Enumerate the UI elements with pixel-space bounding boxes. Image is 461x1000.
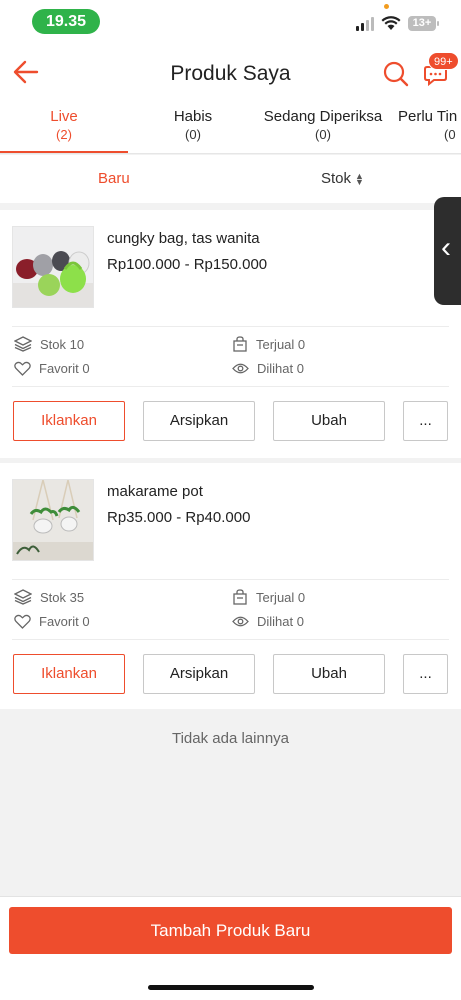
status-time: 19.35 xyxy=(32,9,100,34)
stock-value: Stok 35 xyxy=(40,589,85,605)
stock-stat: Stok 35 xyxy=(14,589,84,605)
home-indicator xyxy=(148,985,314,990)
app-header: Produk Saya 99+ xyxy=(0,44,461,100)
product-card: cungky bag, tas wanita Rp100.000 - Rp150… xyxy=(0,210,461,458)
tab-count: (0 xyxy=(444,127,456,142)
footer-bar: Tambah Produk Baru xyxy=(0,896,461,1000)
tab-count: (0) xyxy=(185,127,201,142)
stock-stat: Stok 10 xyxy=(14,336,84,352)
archive-button[interactable]: Arsipkan xyxy=(143,654,255,694)
tab-sedang-diperiksa[interactable]: Sedang Diperiksa (0) xyxy=(258,108,388,142)
favorite-stat: Favorit 0 xyxy=(14,614,90,629)
shopping-bag-icon xyxy=(233,589,247,605)
product-name[interactable]: cungky bag, tas wanita xyxy=(107,230,260,247)
eye-icon xyxy=(232,363,249,374)
chat-badge: 99+ xyxy=(428,52,459,70)
favorite-stat: Favorit 0 xyxy=(14,361,90,376)
search-icon[interactable] xyxy=(383,61,409,87)
more-button[interactable]: ... xyxy=(403,654,448,694)
sort-arrows-icon: ▲ ▼ xyxy=(355,171,364,188)
tab-live[interactable]: Live (2) xyxy=(0,108,128,142)
sold-value: Terjual 0 xyxy=(256,336,306,352)
product-price: Rp35.000 - Rp40.000 xyxy=(107,509,251,526)
bags-photo xyxy=(13,227,93,307)
shopping-bag-icon xyxy=(233,336,247,352)
privacy-indicator-dot xyxy=(384,4,389,9)
views-stat: Dilihat 0 xyxy=(232,361,304,376)
views-stat: Dilihat 0 xyxy=(232,614,304,629)
promote-button[interactable]: Iklankan xyxy=(13,654,125,694)
status-bar: 19.35 13+ xyxy=(0,0,461,44)
favorite-value: Favorit 0 xyxy=(39,614,90,629)
more-button[interactable]: ... xyxy=(403,401,448,441)
wifi-icon xyxy=(381,16,401,30)
tab-count: (2) xyxy=(56,127,72,142)
eye-icon xyxy=(232,616,249,627)
plant-pot-photo xyxy=(13,480,93,560)
active-tab-indicator xyxy=(0,151,128,153)
chevron-left-icon: ‹ xyxy=(441,231,451,264)
divider xyxy=(12,579,449,580)
product-image[interactable] xyxy=(12,479,94,561)
views-value: Dilihat 0 xyxy=(257,361,304,376)
battery-icon: 13+ xyxy=(408,16,439,31)
sort-bar: Baru Stok ▲ ▼ xyxy=(0,155,461,203)
tab-count: (0) xyxy=(315,127,331,142)
stock-value: Stok 10 xyxy=(40,336,85,352)
divider xyxy=(12,639,449,640)
layers-icon xyxy=(14,589,32,605)
product-image[interactable] xyxy=(12,226,94,308)
tab-label: Live xyxy=(50,108,78,125)
side-panel-handle[interactable]: ‹ xyxy=(434,197,461,305)
end-of-list-text: Tidak ada lainnya xyxy=(171,730,290,747)
views-value: Dilihat 0 xyxy=(257,614,304,629)
sort-newest[interactable]: Baru xyxy=(98,170,130,187)
favorite-value: Favorit 0 xyxy=(39,361,90,376)
product-name[interactable]: makarame pot xyxy=(107,483,203,500)
tab-label: Perlu Tin xyxy=(398,108,458,125)
product-card: makarame pot Rp35.000 - Rp40.000 Stok 35… xyxy=(0,463,461,709)
sold-value: Terjual 0 xyxy=(256,589,306,605)
tab-label: Habis xyxy=(173,108,213,125)
heart-icon xyxy=(14,361,31,376)
edit-button[interactable]: Ubah xyxy=(273,654,385,694)
sort-stock-label: Stok xyxy=(321,170,352,187)
tab-label: Sedang Diperiksa xyxy=(263,108,383,125)
add-product-button[interactable]: Tambah Produk Baru xyxy=(9,907,452,954)
product-price: Rp100.000 - Rp150.000 xyxy=(107,256,268,273)
divider xyxy=(12,386,449,387)
archive-button[interactable]: Arsipkan xyxy=(143,401,255,441)
edit-button[interactable]: Ubah xyxy=(273,401,385,441)
tab-habis[interactable]: Habis (0) xyxy=(128,108,258,142)
sold-stat: Terjual 0 xyxy=(232,336,305,352)
heart-icon xyxy=(14,614,31,629)
cellular-signal-icon xyxy=(356,17,376,31)
sold-stat: Terjual 0 xyxy=(232,589,305,605)
divider xyxy=(12,326,449,327)
layers-icon xyxy=(14,336,32,352)
promote-button[interactable]: Iklankan xyxy=(13,401,125,441)
status-tabs: Live (2) Habis (0) Sedang Diperiksa (0) … xyxy=(0,100,461,154)
tab-perlu-tindakan[interactable]: Perlu Tin (0 xyxy=(398,108,461,142)
sort-stock[interactable]: Stok ▲ ▼ xyxy=(321,170,364,187)
